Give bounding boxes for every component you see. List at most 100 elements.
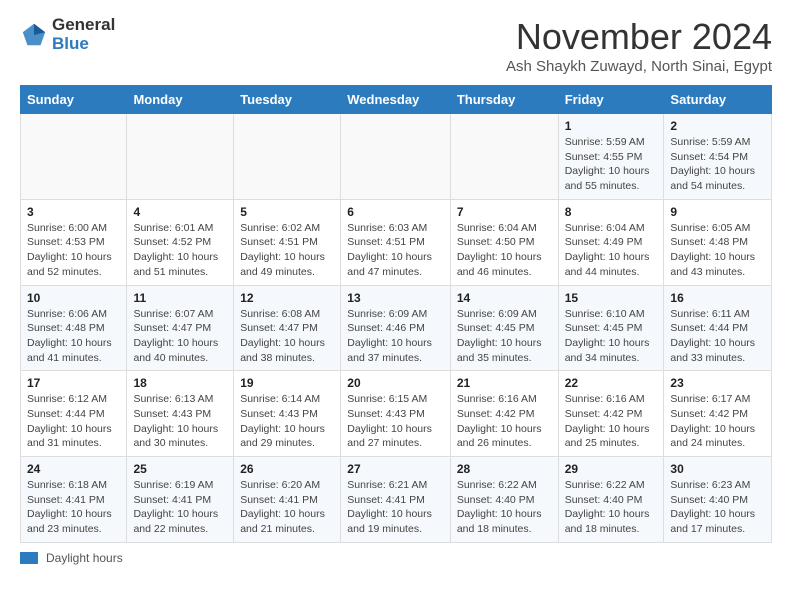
day-info: Sunrise: 6:02 AM Sunset: 4:51 PM Dayligh…: [240, 221, 334, 280]
day-info: Sunrise: 6:16 AM Sunset: 4:42 PM Dayligh…: [457, 392, 552, 451]
day-number: 24: [27, 462, 120, 476]
day-number: 10: [27, 291, 120, 305]
day-info: Sunrise: 6:14 AM Sunset: 4:43 PM Dayligh…: [240, 392, 334, 451]
calendar-cell: 10 Sunrise: 6:06 AM Sunset: 4:48 PM Dayli…: [21, 285, 127, 371]
day-info: Sunrise: 6:21 AM Sunset: 4:41 PM Dayligh…: [347, 478, 444, 537]
calendar-week-row: 3 Sunrise: 6:00 AM Sunset: 4:53 PM Daylig…: [21, 199, 772, 285]
weekday-header-wednesday: Wednesday: [341, 86, 451, 114]
logo-blue-text: Blue: [52, 35, 115, 54]
day-number: 18: [133, 376, 227, 390]
weekday-header-saturday: Saturday: [664, 86, 772, 114]
day-info: Sunrise: 6:16 AM Sunset: 4:42 PM Dayligh…: [565, 392, 658, 451]
day-number: 8: [565, 205, 658, 219]
calendar-cell: [127, 114, 234, 200]
calendar-week-row: 17Sunrise: 6:12 AM Sunset: 4:44 PM Dayli…: [21, 371, 772, 457]
calendar-cell: 2Sunrise: 5:59 AM Sunset: 4:54 PM Daylig…: [664, 114, 772, 200]
logo: General Blue: [20, 16, 115, 53]
day-info: Sunrise: 6:22 AM Sunset: 4:40 PM Dayligh…: [457, 478, 552, 537]
day-number: 22: [565, 376, 658, 390]
calendar-body: 1 Sunrise: 5:59 AM Sunset: 4:55 PM Daylig…: [21, 114, 772, 543]
day-number: 28: [457, 462, 552, 476]
day-number: 29: [565, 462, 658, 476]
legend-box: [20, 552, 38, 564]
calendar-cell: [21, 114, 127, 200]
weekday-header-thursday: Thursday: [450, 86, 558, 114]
calendar-week-row: 1 Sunrise: 5:59 AM Sunset: 4:55 PM Daylig…: [21, 114, 772, 200]
day-number: 6: [347, 205, 444, 219]
day-number: 2: [670, 119, 765, 133]
calendar-week-row: 10 Sunrise: 6:06 AM Sunset: 4:48 PM Dayli…: [21, 285, 772, 371]
day-number: 4: [133, 205, 227, 219]
logo-icon: [20, 21, 48, 49]
logo-general-text: General: [52, 16, 115, 35]
day-info: Sunrise: 6:06 AM Sunset: 4:48 PM Dayligh…: [27, 307, 120, 366]
subtitle: Ash Shaykh Zuwayd, North Sinai, Egypt: [506, 58, 772, 75]
day-info: Sunrise: 6:23 AM Sunset: 4:40 PM Dayligh…: [670, 478, 765, 537]
weekday-header-monday: Monday: [127, 86, 234, 114]
day-info: Sunrise: 6:05 AM Sunset: 4:48 PM Dayligh…: [670, 221, 765, 280]
calendar-cell: 20Sunrise: 6:15 AM Sunset: 4:43 PM Dayli…: [341, 371, 451, 457]
weekday-header-sunday: Sunday: [21, 86, 127, 114]
day-info: Sunrise: 6:00 AM Sunset: 4:53 PM Dayligh…: [27, 221, 120, 280]
legend-label: Daylight hours: [46, 551, 123, 565]
day-number: 14: [457, 291, 552, 305]
calendar-cell: 3 Sunrise: 6:00 AM Sunset: 4:53 PM Daylig…: [21, 199, 127, 285]
calendar-table: SundayMondayTuesdayWednesdayThursdayFrid…: [20, 85, 772, 543]
day-number: 16: [670, 291, 765, 305]
month-title: November 2024: [506, 16, 772, 58]
calendar-cell: 4 Sunrise: 6:01 AM Sunset: 4:52 PM Daylig…: [127, 199, 234, 285]
day-info: Sunrise: 6:03 AM Sunset: 4:51 PM Dayligh…: [347, 221, 444, 280]
calendar-cell: 26 Sunrise: 6:20 AM Sunset: 4:41 PM Dayli…: [234, 457, 341, 543]
day-number: 19: [240, 376, 334, 390]
weekday-header-tuesday: Tuesday: [234, 86, 341, 114]
day-number: 23: [670, 376, 765, 390]
calendar-cell: 22 Sunrise: 6:16 AM Sunset: 4:42 PM Dayli…: [558, 371, 664, 457]
day-number: 27: [347, 462, 444, 476]
day-info: Sunrise: 6:18 AM Sunset: 4:41 PM Dayligh…: [27, 478, 120, 537]
day-info: Sunrise: 6:10 AM Sunset: 4:45 PM Dayligh…: [565, 307, 658, 366]
day-info: Sunrise: 6:04 AM Sunset: 4:50 PM Dayligh…: [457, 221, 552, 280]
day-number: 30: [670, 462, 765, 476]
day-number: 17: [27, 376, 120, 390]
calendar-cell: 19 Sunrise: 6:14 AM Sunset: 4:43 PM Dayli…: [234, 371, 341, 457]
day-info: Sunrise: 6:09 AM Sunset: 4:46 PM Dayligh…: [347, 307, 444, 366]
day-info: Sunrise: 6:17 AM Sunset: 4:42 PM Dayligh…: [670, 392, 765, 451]
day-number: 9: [670, 205, 765, 219]
day-number: 7: [457, 205, 552, 219]
day-number: 3: [27, 205, 120, 219]
calendar-cell: 9 Sunrise: 6:05 AM Sunset: 4:48 PM Daylig…: [664, 199, 772, 285]
day-number: 5: [240, 205, 334, 219]
day-number: 25: [133, 462, 227, 476]
calendar-cell: 27 Sunrise: 6:21 AM Sunset: 4:41 PM Dayli…: [341, 457, 451, 543]
calendar-cell: 17Sunrise: 6:12 AM Sunset: 4:44 PM Dayli…: [21, 371, 127, 457]
day-number: 11: [133, 291, 227, 305]
calendar-cell: 5 Sunrise: 6:02 AM Sunset: 4:51 PM Daylig…: [234, 199, 341, 285]
day-number: 20: [347, 376, 444, 390]
logo-text: General Blue: [52, 16, 115, 53]
calendar-cell: 28 Sunrise: 6:22 AM Sunset: 4:40 PM Dayli…: [450, 457, 558, 543]
day-info: Sunrise: 6:19 AM Sunset: 4:41 PM Dayligh…: [133, 478, 227, 537]
day-info: Sunrise: 6:13 AM Sunset: 4:43 PM Dayligh…: [133, 392, 227, 451]
day-info: Sunrise: 6:08 AM Sunset: 4:47 PM Dayligh…: [240, 307, 334, 366]
day-info: Sunrise: 6:01 AM Sunset: 4:52 PM Dayligh…: [133, 221, 227, 280]
day-number: 1: [565, 119, 658, 133]
day-info: Sunrise: 6:04 AM Sunset: 4:49 PM Dayligh…: [565, 221, 658, 280]
calendar-cell: 30 Sunrise: 6:23 AM Sunset: 4:40 PM Dayli…: [664, 457, 772, 543]
calendar-cell: 8 Sunrise: 6:04 AM Sunset: 4:49 PM Daylig…: [558, 199, 664, 285]
calendar-cell: 24 Sunrise: 6:18 AM Sunset: 4:41 PM Dayli…: [21, 457, 127, 543]
calendar-cell: 1 Sunrise: 5:59 AM Sunset: 4:55 PM Daylig…: [558, 114, 664, 200]
calendar-header: SundayMondayTuesdayWednesdayThursdayFrid…: [21, 86, 772, 114]
legend-area: Daylight hours: [20, 551, 772, 565]
calendar-cell: 14Sunrise: 6:09 AM Sunset: 4:45 PM Dayli…: [450, 285, 558, 371]
day-info: Sunrise: 6:20 AM Sunset: 4:41 PM Dayligh…: [240, 478, 334, 537]
day-number: 15: [565, 291, 658, 305]
weekday-header-friday: Friday: [558, 86, 664, 114]
calendar-cell: [234, 114, 341, 200]
day-number: 26: [240, 462, 334, 476]
calendar-cell: [341, 114, 451, 200]
calendar-week-row: 24 Sunrise: 6:18 AM Sunset: 4:41 PM Dayli…: [21, 457, 772, 543]
day-number: 13: [347, 291, 444, 305]
calendar-cell: 29Sunrise: 6:22 AM Sunset: 4:40 PM Dayli…: [558, 457, 664, 543]
day-info: Sunrise: 5:59 AM Sunset: 4:55 PM Dayligh…: [565, 135, 658, 194]
calendar-cell: 12Sunrise: 6:08 AM Sunset: 4:47 PM Dayli…: [234, 285, 341, 371]
